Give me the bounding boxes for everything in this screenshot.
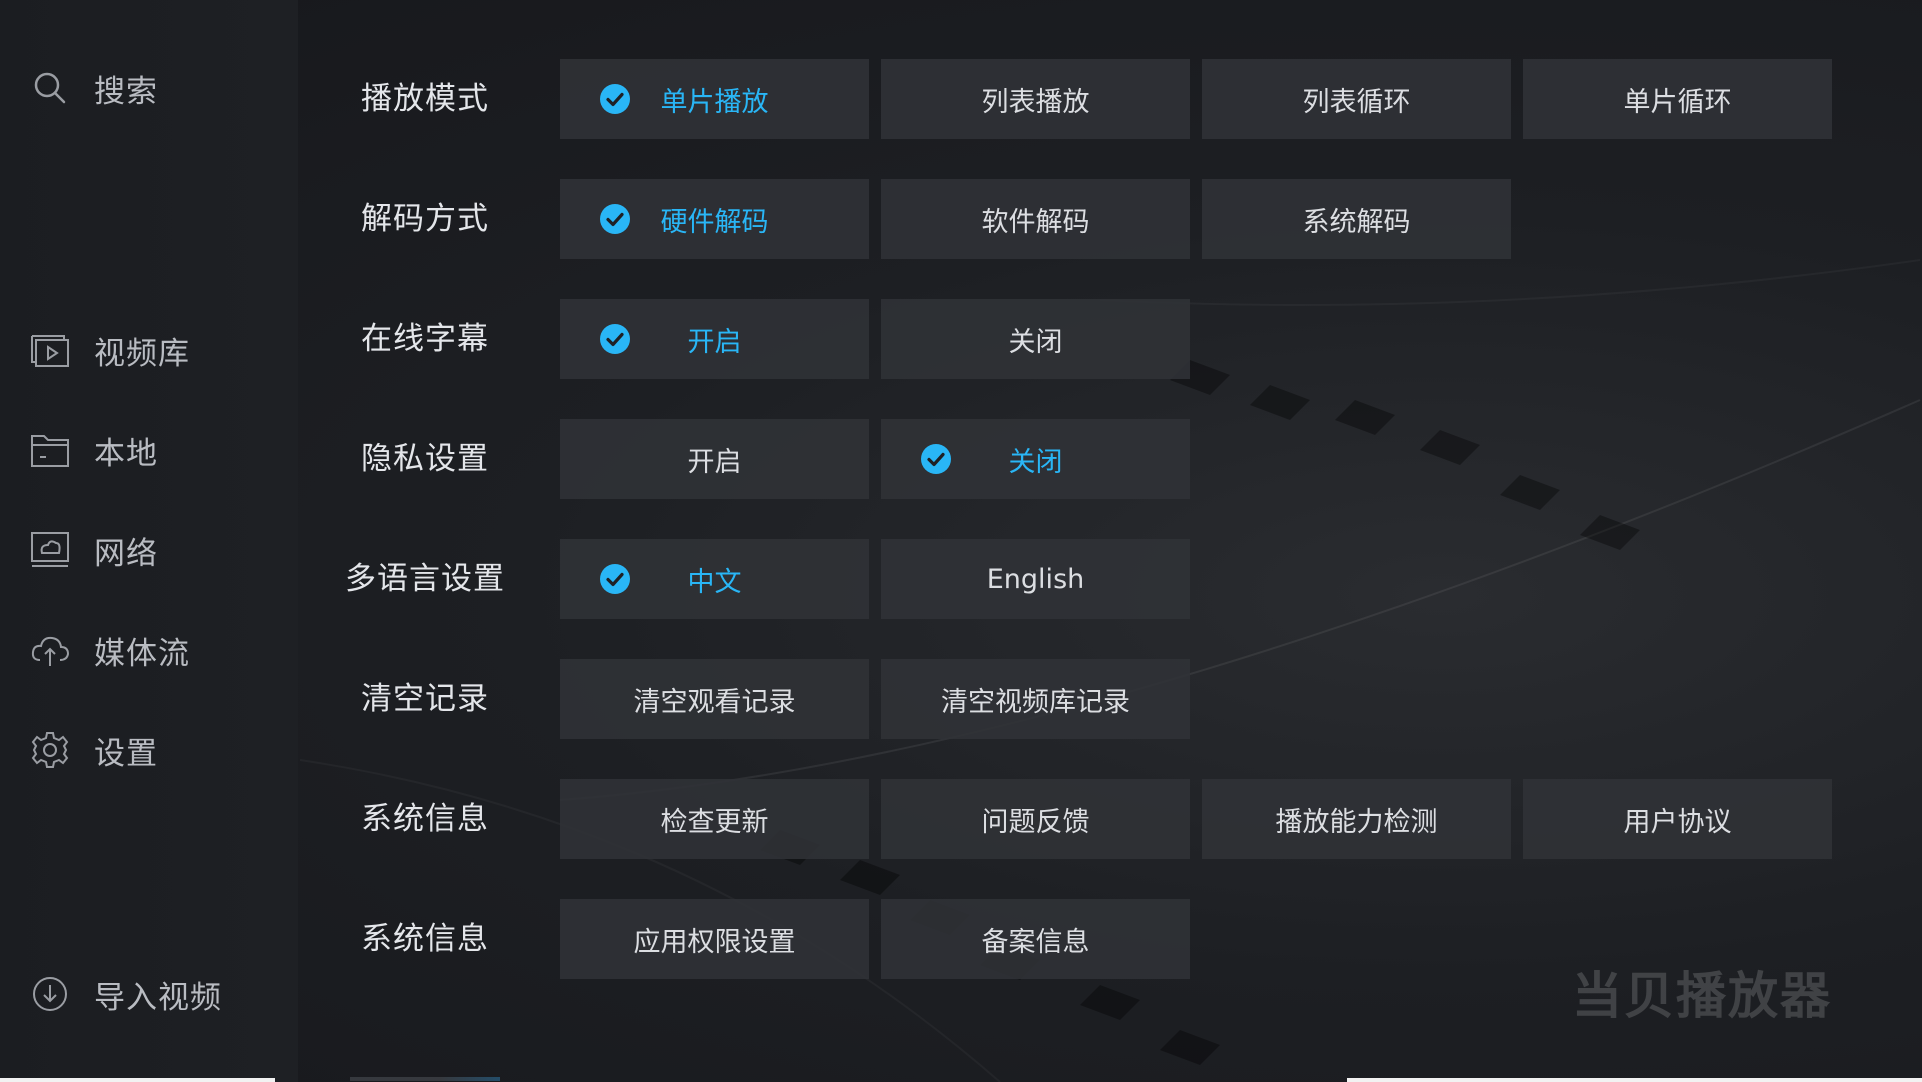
setting-row-system-info: 系统信息 检查更新 问题反馈 播放能力检测 用户协议 <box>300 779 1860 859</box>
sidebar-item-settings[interactable]: 设置 <box>28 720 278 780</box>
gear-icon <box>28 728 72 772</box>
sidebar-item-label: 网络 <box>94 535 158 572</box>
option-single-play[interactable]: 单片播放 <box>560 59 869 139</box>
sidebar: 搜索 视频库 本地 网络 媒体流 设置 导入视频 <box>0 0 298 1082</box>
setting-row-language: 多语言设置 中文 English <box>300 539 1860 619</box>
sidebar-item-label: 搜索 <box>94 73 158 110</box>
option-single-loop[interactable]: 单片循环 <box>1523 59 1832 139</box>
option-label: 播放能力检测 <box>1275 806 1438 838</box>
option-label: 中文 <box>687 566 742 598</box>
video-library-icon <box>28 328 72 372</box>
sidebar-item-search[interactable]: 搜索 <box>28 58 278 118</box>
option-label: 列表循环 <box>1302 86 1411 118</box>
check-icon <box>600 84 630 114</box>
setting-row-clear-records: 清空记录 清空观看记录 清空视频库记录 <box>300 659 1860 739</box>
option-label: 应用权限设置 <box>633 926 796 958</box>
option-software-decode[interactable]: 软件解码 <box>881 179 1190 259</box>
check-icon <box>600 564 630 594</box>
settings-screen: 搜索 视频库 本地 网络 媒体流 设置 导入视频 播放模式 单片播放 列表播放 … <box>0 0 1922 1082</box>
row-title: 解码方式 <box>361 201 489 237</box>
row-title: 多语言设置 <box>345 561 505 597</box>
option-label: 系统解码 <box>1302 206 1411 238</box>
row-title: 隐私设置 <box>361 441 489 477</box>
check-icon <box>600 204 630 234</box>
option-privacy-off[interactable]: 关闭 <box>881 419 1190 499</box>
sidebar-item-label: 设置 <box>94 735 158 772</box>
option-label: 硬件解码 <box>660 206 769 238</box>
sidebar-item-label: 导入视频 <box>94 979 222 1016</box>
sidebar-item-video-library[interactable]: 视频库 <box>28 320 278 380</box>
setting-row-decode-mode: 解码方式 硬件解码 软件解码 系统解码 <box>300 179 1860 259</box>
cloud-icon <box>28 628 72 672</box>
option-label: 开启 <box>687 326 742 358</box>
check-icon <box>921 444 951 474</box>
clear-watch-history-button[interactable]: 清空观看记录 <box>560 659 869 739</box>
check-icon <box>600 324 630 354</box>
option-label: 用户协议 <box>1623 806 1732 838</box>
row-title: 在线字幕 <box>361 321 489 357</box>
option-label: 软件解码 <box>981 206 1090 238</box>
sidebar-item-label: 视频库 <box>94 335 190 372</box>
option-privacy-on[interactable]: 开启 <box>560 419 869 499</box>
sidebar-item-media-stream[interactable]: 媒体流 <box>28 620 278 680</box>
option-language-chinese[interactable]: 中文 <box>560 539 869 619</box>
option-list-loop[interactable]: 列表循环 <box>1202 59 1511 139</box>
row-title: 系统信息 <box>361 921 489 957</box>
option-label: 检查更新 <box>660 806 769 838</box>
option-label: 单片播放 <box>660 86 769 118</box>
app-permission-settings-button[interactable]: 应用权限设置 <box>560 899 869 979</box>
setting-row-online-subtitles: 在线字幕 开启 关闭 <box>300 299 1860 379</box>
option-label: 开启 <box>687 446 742 478</box>
import-icon <box>28 972 72 1016</box>
filing-info-button[interactable]: 备案信息 <box>881 899 1190 979</box>
row-title: 系统信息 <box>361 801 489 837</box>
option-list-play[interactable]: 列表播放 <box>881 59 1190 139</box>
network-icon <box>28 528 72 572</box>
option-label: English <box>986 563 1085 595</box>
bottom-divider <box>350 1077 500 1081</box>
check-update-button[interactable]: 检查更新 <box>560 779 869 859</box>
bottom-edge-right <box>1347 1078 1922 1082</box>
folder-icon <box>28 428 72 472</box>
sidebar-item-label: 本地 <box>94 435 158 472</box>
sidebar-item-local[interactable]: 本地 <box>28 420 278 480</box>
import-video-button[interactable]: 导入视频 <box>28 964 278 1024</box>
option-hardware-decode[interactable]: 硬件解码 <box>560 179 869 259</box>
option-subtitles-off[interactable]: 关闭 <box>881 299 1190 379</box>
option-label: 清空视频库记录 <box>941 686 1130 718</box>
bottom-edge-left <box>0 1078 275 1082</box>
row-title: 清空记录 <box>361 681 489 717</box>
setting-row-privacy: 隐私设置 开启 关闭 <box>300 419 1860 499</box>
setting-row-play-mode: 播放模式 单片播放 列表播放 列表循环 单片循环 <box>300 59 1860 139</box>
sidebar-item-label: 媒体流 <box>94 635 190 672</box>
option-system-decode[interactable]: 系统解码 <box>1202 179 1511 259</box>
option-label: 备案信息 <box>981 926 1090 958</box>
option-label: 关闭 <box>1008 446 1063 478</box>
feedback-button[interactable]: 问题反馈 <box>881 779 1190 859</box>
search-icon <box>28 66 72 110</box>
option-label: 关闭 <box>1008 326 1063 358</box>
option-label: 清空观看记录 <box>633 686 796 718</box>
user-agreement-button[interactable]: 用户协议 <box>1523 779 1832 859</box>
playback-capability-test-button[interactable]: 播放能力检测 <box>1202 779 1511 859</box>
option-label: 列表播放 <box>981 86 1090 118</box>
brand-logo: 当贝播放器 <box>1572 967 1832 1025</box>
clear-library-records-button[interactable]: 清空视频库记录 <box>881 659 1190 739</box>
row-title: 播放模式 <box>361 81 489 117</box>
option-subtitles-on[interactable]: 开启 <box>560 299 869 379</box>
option-label: 单片循环 <box>1623 86 1732 118</box>
option-label: 问题反馈 <box>981 806 1090 838</box>
option-language-english[interactable]: English <box>881 539 1190 619</box>
sidebar-item-network[interactable]: 网络 <box>28 520 278 580</box>
